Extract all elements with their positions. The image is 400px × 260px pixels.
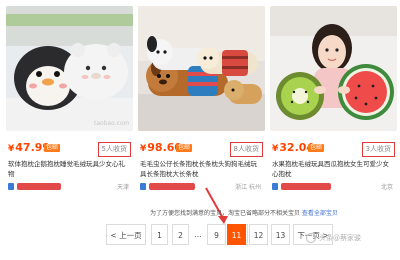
dog-plush-image [138, 6, 265, 131]
watermark-icon [306, 233, 316, 243]
shop-row: 天津 [8, 182, 131, 192]
sales-count: 8人收货 [229, 142, 263, 157]
price-row: ¥32.04 包邮 3人收货 [270, 141, 397, 157]
shop-name-redacted[interactable] [17, 183, 61, 190]
shop-icon [272, 183, 278, 190]
sales-count: 5人收货 [97, 142, 131, 157]
product-card[interactable]: ¥32.04 包邮 3人收货 水果抱枕毛绒玩具西瓜抱枕女生可爱少女心抱枕 北京 [270, 6, 397, 192]
location: 天津 [116, 184, 129, 191]
product-title[interactable]: 软体抱枕企鹅抱枕睡觉毛绒玩具少女心礼物 [8, 160, 131, 180]
product-title[interactable]: 毛毛虫公仔长条抱枕长条枕头狗狗毛绒玩具长条抱枕大长条枕 [140, 160, 263, 180]
free-shipping-badge: 包邮 [176, 144, 193, 152]
shop-icon [140, 183, 146, 190]
sales-count: 3人收货 [361, 142, 395, 157]
shop-name-redacted[interactable] [149, 183, 195, 190]
product-title[interactable]: 水果抱枕毛绒玩具西瓜抱枕女生可爱少女心抱枕 [272, 160, 395, 180]
free-shipping-badge: 包邮 [44, 144, 61, 152]
image-watermark: taobao.com [94, 120, 130, 127]
location: 浙江 杭州 [235, 184, 261, 191]
page-button[interactable]: 1 [151, 224, 168, 245]
product-image[interactable]: taobao.com [6, 6, 133, 131]
view-all-link[interactable]: 查看全部宝贝 [302, 210, 338, 217]
price-row: ¥47.99 包邮 5人收货 [6, 141, 133, 157]
prev-page-button[interactable]: < 上一页 [106, 224, 146, 245]
shop-row: 北京 [272, 182, 395, 192]
page-button[interactable]: 13 [271, 224, 290, 245]
page-button[interactable]: 2 [172, 224, 189, 245]
shop-name-redacted[interactable] [281, 183, 331, 190]
product-card[interactable]: taobao.com ¥47.99 包邮 5人收货 软体抱枕企鹅抱枕睡觉毛绒玩具… [6, 6, 133, 192]
free-shipping-badge: 包邮 [308, 144, 325, 152]
page-button-active[interactable]: 11 [227, 224, 246, 245]
page-button[interactable]: 12 [249, 224, 268, 245]
price-row: ¥98.60 包邮 8人收货 [138, 141, 265, 157]
watermark-text: 头条@蔡家骏 [319, 234, 361, 242]
product-card[interactable]: ¥98.60 包邮 8人收货 毛毛虫公仔长条抱枕长条枕头狗狗毛绒玩具长条抱枕大长… [138, 6, 265, 192]
fruit-pillow-image [270, 6, 397, 131]
product-image[interactable] [138, 6, 265, 131]
red-arrow-annotation [205, 187, 228, 224]
shop-icon [8, 183, 14, 190]
page-ellipsis: ... [194, 230, 202, 239]
page-button[interactable]: 9 [207, 224, 226, 245]
omitted-results-tip: 为了方便您找到满意的宝贝，淘宝已省略部分不相关宝贝 查看全部宝贝 [150, 210, 338, 217]
penguin-plush-image: taobao.com [6, 6, 133, 131]
product-image[interactable] [270, 6, 397, 131]
location: 北京 [380, 184, 393, 191]
